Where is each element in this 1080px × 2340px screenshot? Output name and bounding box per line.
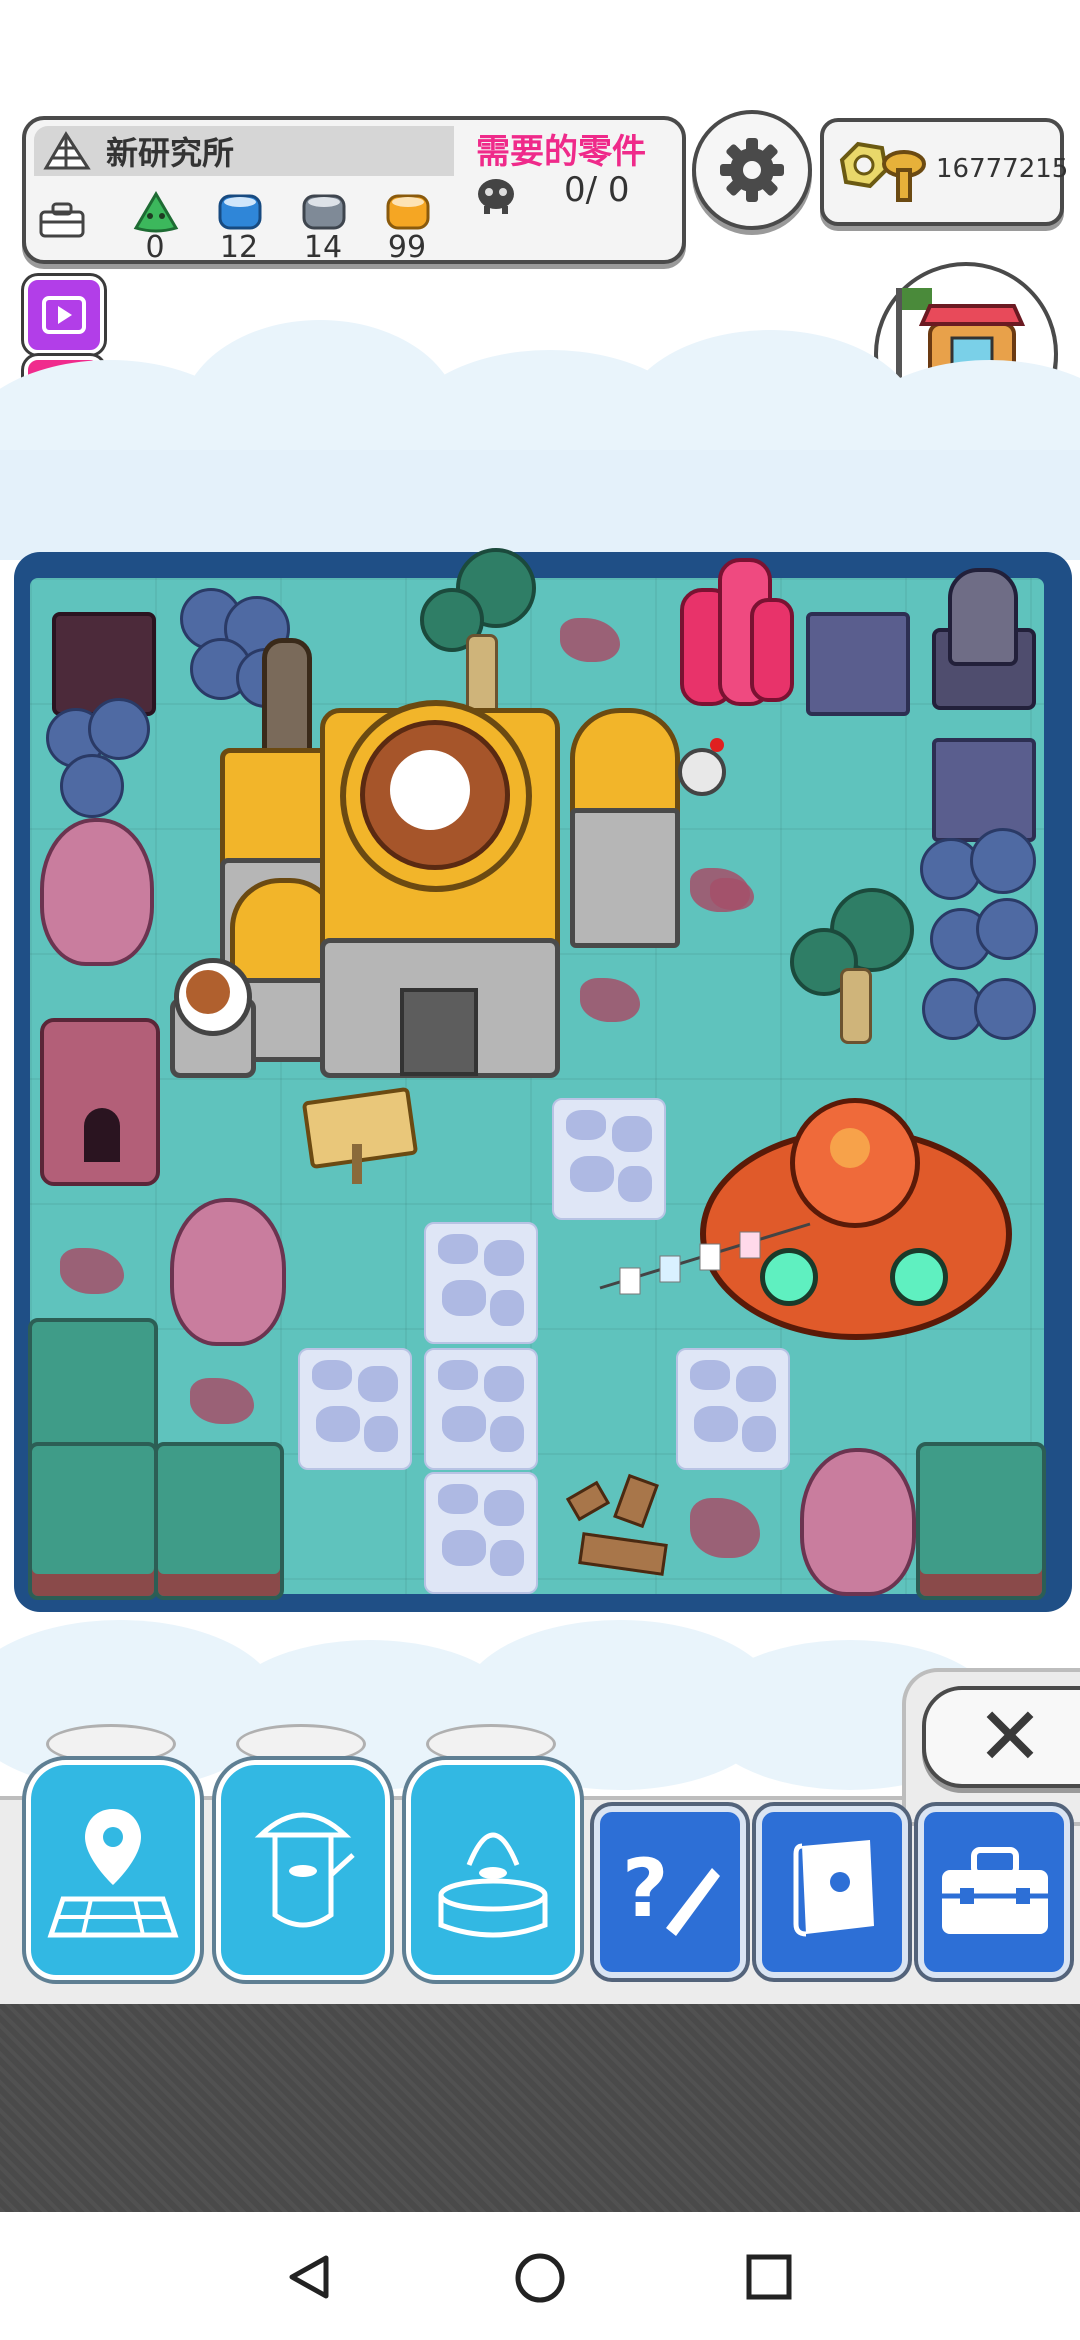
toolbox-icon — [942, 1847, 1048, 1934]
pink-chimney-house[interactable] — [40, 1018, 160, 1186]
blue-mushroom-cluster[interactable] — [40, 698, 150, 828]
stone-path-tile[interactable] — [298, 1348, 412, 1470]
grey-can-icon — [302, 194, 346, 230]
map-pin-grid-icon — [47, 1809, 179, 1938]
character-button[interactable] — [216, 1760, 390, 1980]
resource-orange-can: 99 — [372, 190, 442, 265]
dirt-patch — [190, 1378, 254, 1424]
parts-robot-icon — [478, 179, 514, 214]
resource-value: 12 — [219, 230, 259, 265]
resource-grey-can: 14 — [288, 190, 358, 265]
settings-button[interactable] — [692, 110, 812, 230]
toolbox-small-icon — [39, 202, 85, 238]
lab-name: 新研究所 — [106, 134, 235, 172]
stone-path-tile[interactable] — [424, 1472, 538, 1594]
cloud-layer-top — [0, 300, 1080, 560]
resource-blue-can: 12 — [204, 190, 274, 265]
resource-value: 0 — [145, 230, 165, 265]
dirt-patch — [690, 1498, 760, 1558]
main-factory[interactable] — [190, 638, 830, 1078]
resource-value: 99 — [387, 230, 427, 265]
capsule-lid — [46, 1724, 176, 1764]
wooden-signpost[interactable] — [301, 1086, 419, 1184]
stone-path-tile[interactable] — [424, 1222, 538, 1344]
help-button[interactable]: ? — [594, 1806, 746, 1978]
green-hedge-block[interactable] — [916, 1442, 1046, 1600]
capsule-lid — [426, 1724, 556, 1764]
back-icon[interactable] — [284, 2252, 334, 2302]
svg-text:?: ? — [622, 1842, 668, 1935]
pink-rock[interactable] — [170, 1198, 286, 1346]
system-navigation-bar — [0, 2212, 1080, 2340]
mushroom-character-icon — [254, 1812, 355, 1928]
green-slime-icon — [133, 191, 179, 233]
close-button[interactable]: ✕ — [922, 1686, 1080, 1788]
recents-icon[interactable] — [744, 2252, 794, 2302]
required-parts-value: 0/ 0 — [564, 170, 630, 210]
blue-can-icon — [218, 194, 262, 230]
resource-value: 14 — [303, 230, 343, 265]
game-map[interactable] — [28, 548, 1046, 1600]
resource-green-slime: 0 — [120, 190, 190, 265]
gear-icon — [720, 138, 784, 202]
stone-path-tile[interactable] — [552, 1098, 666, 1220]
laundry-line[interactable] — [590, 1218, 820, 1298]
character-in-can-icon — [438, 1832, 548, 1938]
map-button[interactable] — [26, 1760, 200, 1980]
toolbox-button[interactable] — [918, 1806, 1070, 1978]
capsule-lid — [236, 1724, 366, 1764]
blue-mushroom-cluster[interactable] — [920, 828, 1040, 1068]
capsule-character-button[interactable] — [406, 1760, 580, 1980]
observatory-dome[interactable] — [922, 568, 1038, 710]
purple-crater[interactable] — [932, 738, 1036, 842]
pink-rock[interactable] — [800, 1448, 916, 1596]
bottom-panel-background — [0, 2004, 1080, 2212]
currency-display: 16777215 — [820, 118, 1068, 226]
lab-building-icon — [43, 131, 91, 170]
small-furnace[interactable] — [170, 958, 260, 1078]
nut-and-screw-icon — [839, 141, 926, 202]
green-hedge-block[interactable] — [28, 1442, 158, 1600]
stone-path-tile[interactable] — [424, 1348, 538, 1470]
home-icon[interactable] — [514, 2252, 566, 2304]
green-hedge-block[interactable] — [154, 1442, 284, 1600]
required-parts-label: 需要的零件 — [476, 132, 646, 172]
lab-title-bar — [34, 126, 454, 176]
book-icon — [793, 1840, 874, 1937]
pink-rock[interactable] — [40, 818, 154, 966]
broken-wood-debris[interactable] — [560, 1473, 670, 1578]
currency-value: 16777215 — [936, 154, 1069, 184]
encyclopedia-button[interactable] — [756, 1806, 908, 1978]
dirt-patch — [60, 1248, 124, 1294]
orange-can-icon — [386, 194, 430, 230]
lab-status-panel: 新研究所 0 12 14 99 需要的零件 0/ 0 — [22, 116, 686, 265]
stone-path-tile[interactable] — [676, 1348, 790, 1470]
help-icon: ? — [622, 1842, 720, 1936]
